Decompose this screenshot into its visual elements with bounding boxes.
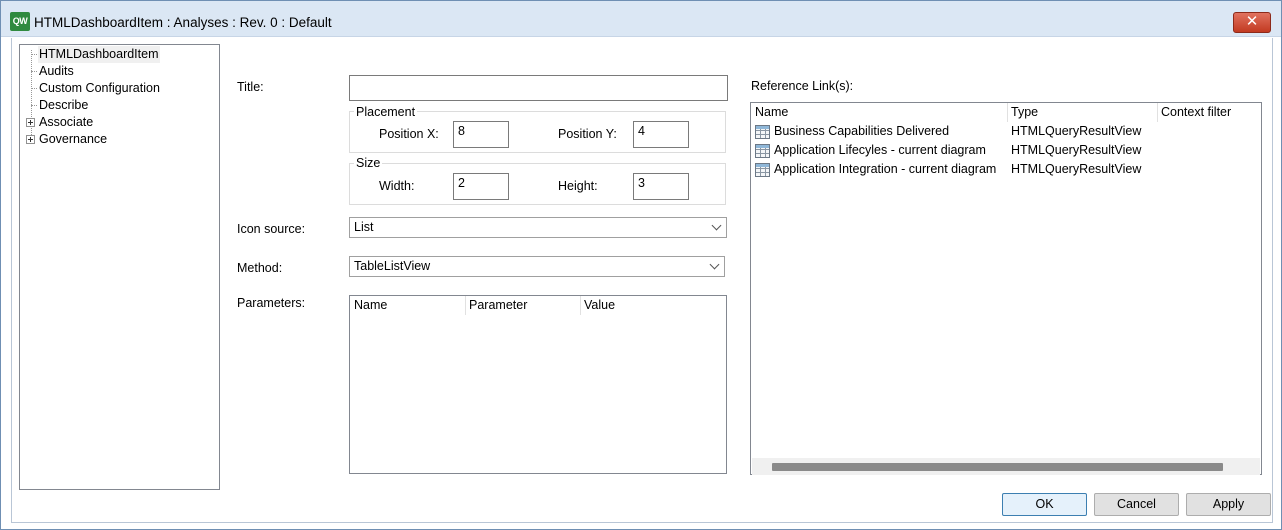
- ok-button[interactable]: OK: [1002, 493, 1087, 516]
- parameters-column-name[interactable]: Name: [350, 296, 465, 315]
- parameters-column-value[interactable]: Value: [580, 296, 720, 315]
- tree-item-custom-configuration[interactable]: Custom Configuration: [20, 80, 219, 97]
- chevron-down-icon: [711, 220, 722, 231]
- reference-row[interactable]: Application Integration - current diagra…: [751, 160, 1259, 179]
- tree-item-label: Audits: [39, 64, 74, 78]
- app-logo-icon: QW: [10, 12, 30, 31]
- horizontal-scrollbar[interactable]: [752, 458, 1260, 475]
- table-grid-icon: [755, 125, 770, 139]
- reference-column-context-filter[interactable]: Context filter: [1157, 103, 1261, 122]
- position-x-input[interactable]: 8: [453, 121, 509, 148]
- reference-row[interactable]: Business Capabilities Delivered HTMLQuer…: [751, 122, 1259, 141]
- tree-item-associate[interactable]: Associate: [20, 114, 219, 131]
- reference-row-name: Application Lifecyles - current diagram: [774, 143, 986, 157]
- position-x-label: Position X:: [379, 127, 439, 141]
- reference-row-name: Application Integration - current diagra…: [774, 162, 997, 176]
- reference-column-name[interactable]: Name: [751, 103, 1007, 122]
- reference-row-type: HTMLQueryResultView: [1011, 162, 1142, 176]
- height-input[interactable]: 3: [633, 173, 689, 200]
- parameters-table[interactable]: Name Parameter Value: [349, 295, 727, 474]
- tree-item-label: Governance: [39, 132, 108, 146]
- position-y-label: Position Y:: [558, 127, 617, 141]
- expand-plus-icon[interactable]: [26, 135, 35, 144]
- reference-column-type[interactable]: Type: [1007, 103, 1157, 122]
- reference-row-type: HTMLQueryResultView: [1011, 143, 1142, 157]
- height-label: Height:: [558, 179, 598, 193]
- chevron-down-icon: [709, 259, 720, 270]
- tree-item-label: Describe: [39, 98, 89, 112]
- icon-source-dropdown[interactable]: List: [349, 217, 727, 238]
- reference-links-label: Reference Link(s):: [751, 79, 854, 93]
- title-input[interactable]: [349, 75, 728, 101]
- tree-item-label: Associate: [39, 115, 94, 129]
- position-y-input[interactable]: 4: [633, 121, 689, 148]
- reference-row-type: HTMLQueryResultView: [1011, 124, 1142, 138]
- reference-links-table[interactable]: Name Type Context filter Business Capabi…: [750, 102, 1262, 475]
- tree-item-label: HTMLDashboardItem: [38, 46, 160, 63]
- scrollbar-thumb[interactable]: [772, 463, 1223, 471]
- title-label: Title:: [237, 80, 264, 94]
- tree-connector: [31, 71, 37, 72]
- placement-group-title: Placement: [354, 105, 418, 119]
- method-dropdown[interactable]: TableListView: [349, 256, 725, 277]
- parameters-column-parameter[interactable]: Parameter: [465, 296, 580, 315]
- table-grid-icon: [755, 144, 770, 158]
- tree-item-htmldashboarditem[interactable]: HTMLDashboardItem: [20, 46, 219, 63]
- tree-item-audits[interactable]: Audits: [20, 63, 219, 80]
- title-bar[interactable]: QW HTMLDashboardItem : Analyses : Rev. 0…: [1, 1, 1281, 37]
- size-group-title: Size: [354, 156, 383, 170]
- tree-item-label: Custom Configuration: [39, 81, 160, 95]
- window-title: HTMLDashboardItem : Analyses : Rev. 0 : …: [34, 15, 332, 30]
- tree-item-describe[interactable]: Describe: [20, 97, 219, 114]
- parameters-label: Parameters:: [237, 296, 306, 310]
- reference-row-name: Business Capabilities Delivered: [774, 124, 950, 138]
- cancel-button[interactable]: Cancel: [1094, 493, 1179, 516]
- expand-plus-icon[interactable]: [26, 118, 35, 127]
- icon-source-label: Icon source:: [237, 222, 306, 236]
- dialog-window: QW HTMLDashboardItem : Analyses : Rev. 0…: [0, 0, 1282, 530]
- tree-connector: [31, 54, 37, 55]
- icon-source-value: List: [354, 220, 374, 234]
- apply-button[interactable]: Apply: [1186, 493, 1271, 516]
- tree-connector: [31, 88, 37, 89]
- navigation-tree[interactable]: HTMLDashboardItem Audits Custom Configur…: [19, 44, 220, 490]
- table-grid-icon: [755, 163, 770, 177]
- width-input[interactable]: 2: [453, 173, 509, 200]
- close-button[interactable]: ✕: [1233, 12, 1271, 33]
- tree-connector: [31, 105, 37, 106]
- tree-item-governance[interactable]: Governance: [20, 131, 219, 148]
- method-label: Method:: [237, 261, 283, 275]
- width-label: Width:: [379, 179, 415, 193]
- reference-row[interactable]: Application Lifecyles - current diagram …: [751, 141, 1259, 160]
- method-value: TableListView: [354, 259, 431, 273]
